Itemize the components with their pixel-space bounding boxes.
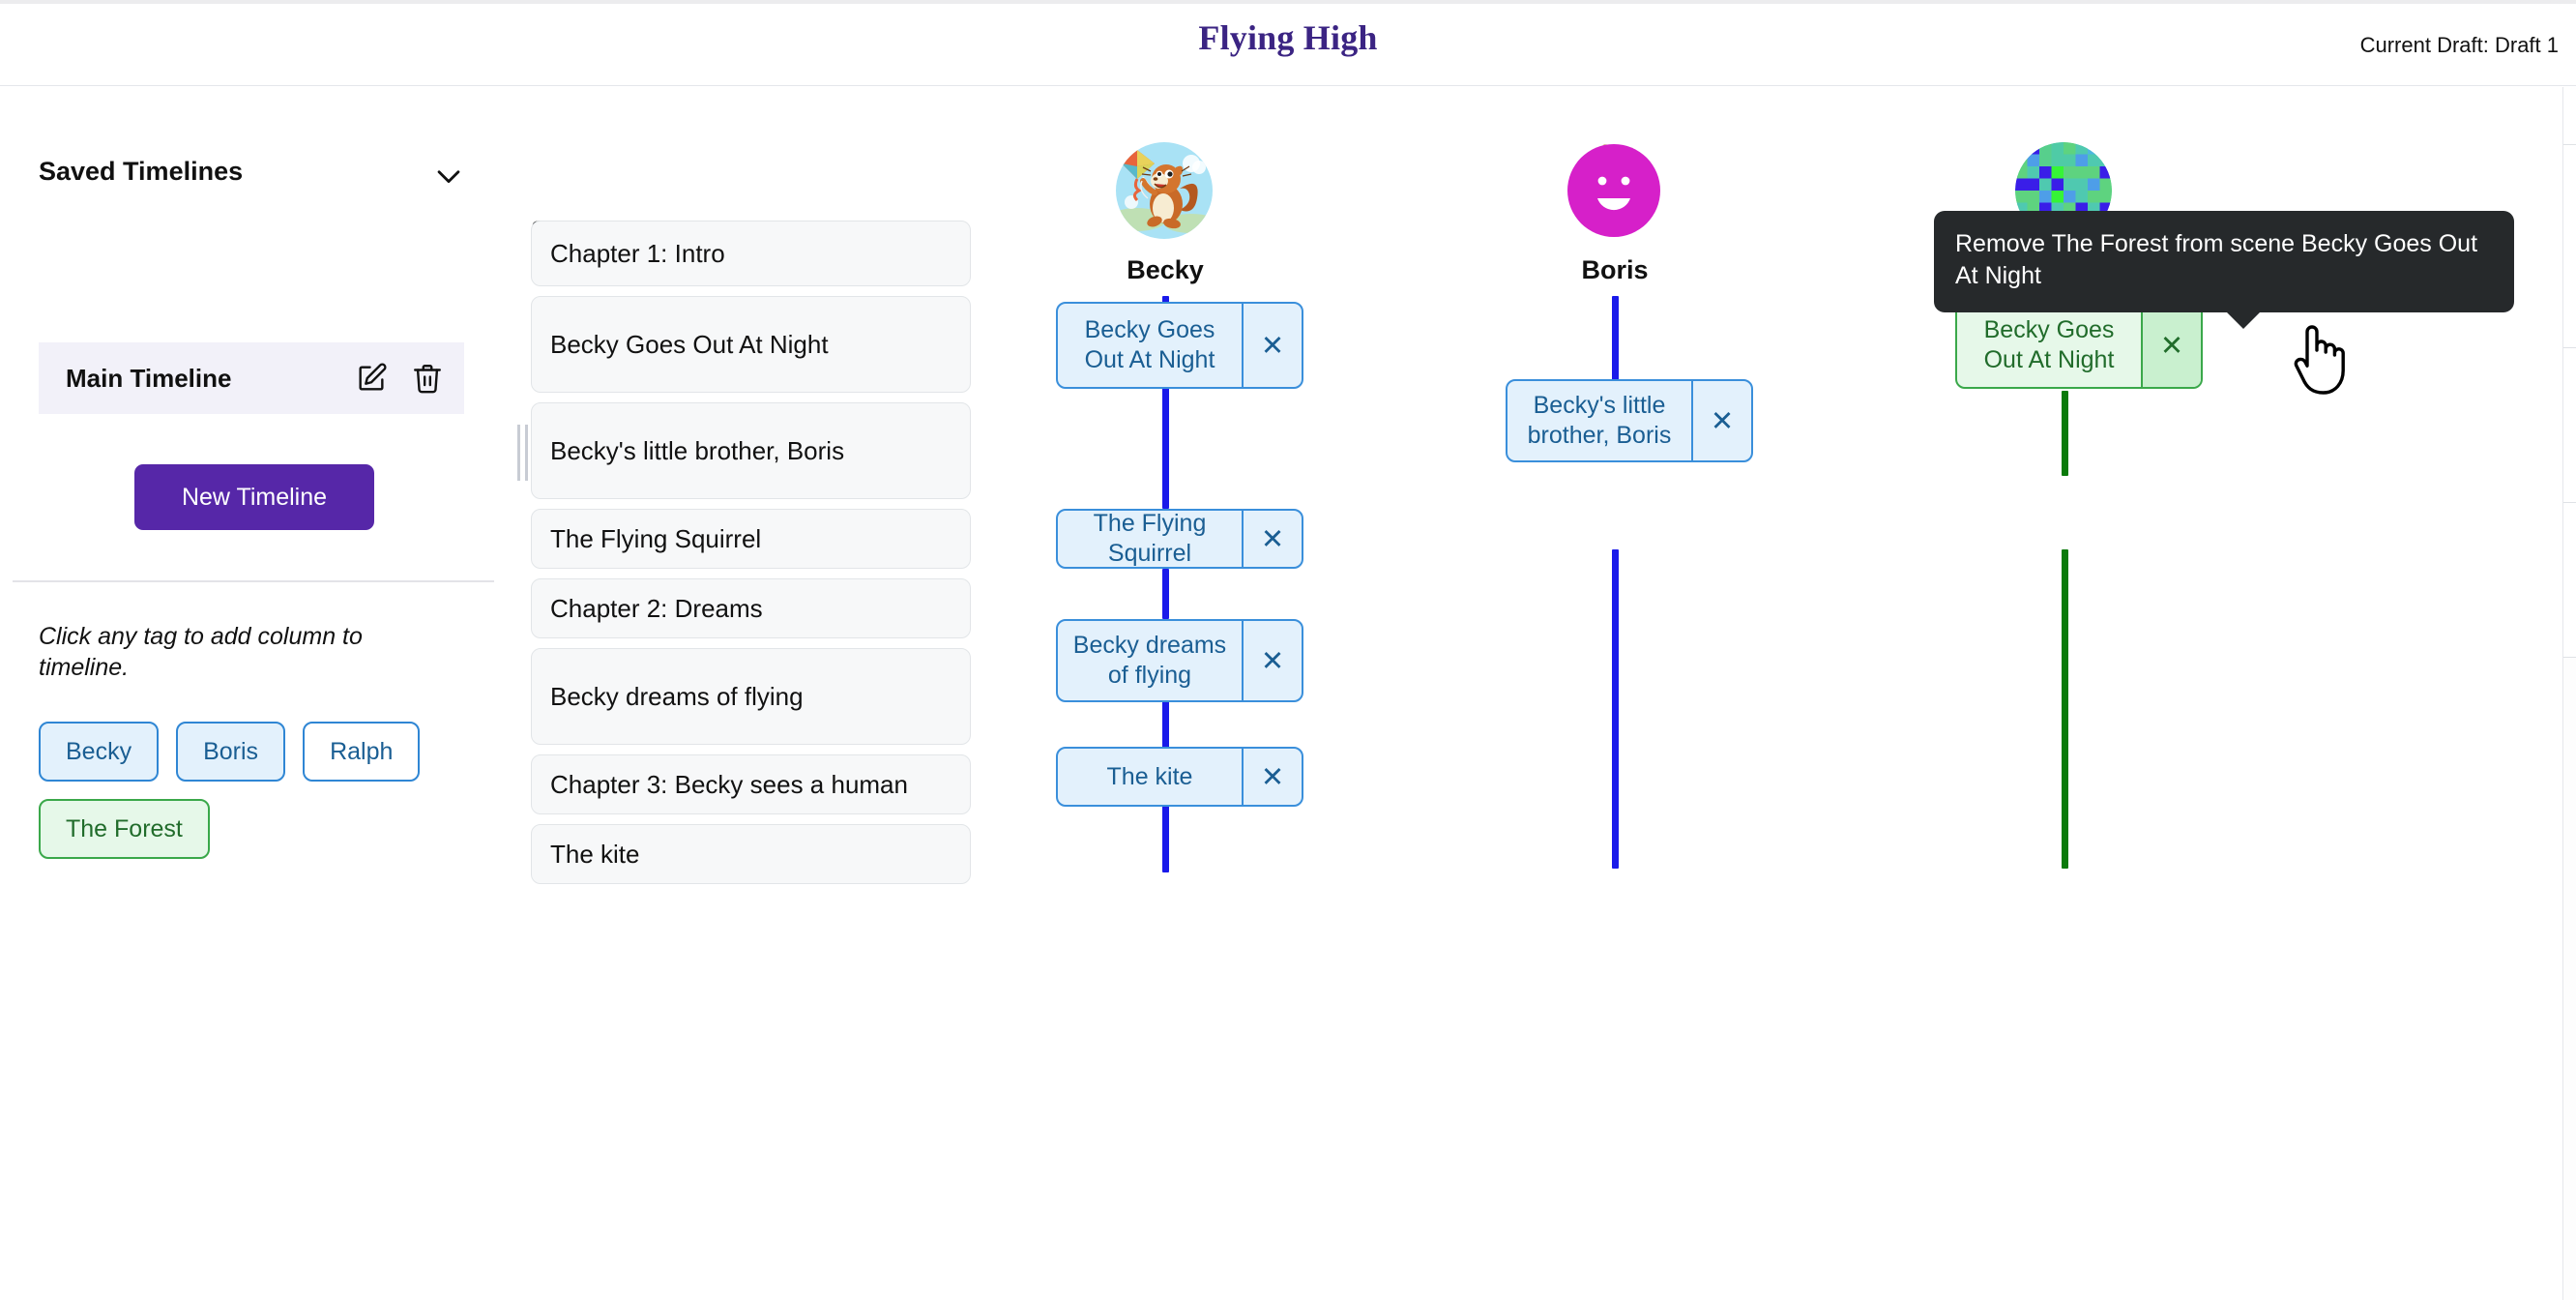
saved-timelines-heading: Saved Timelines bbox=[39, 157, 244, 186]
app-header: Flying High Current Draft: Draft 1 bbox=[0, 0, 2576, 86]
tag-list: Becky Boris Ralph The Forest bbox=[39, 722, 454, 859]
close-icon[interactable]: ✕ bbox=[1242, 511, 1302, 567]
timeline-card-label: Becky Goes Out At Night bbox=[1983, 316, 2115, 373]
character-name-becky: Becky bbox=[1127, 255, 1204, 284]
scene-cell[interactable]: Chapter 1: Intro bbox=[531, 221, 971, 286]
tag-the-forest[interactable]: The Forest bbox=[39, 799, 210, 859]
squirrel-with-kite-avatar bbox=[1116, 142, 1213, 239]
scene-cell[interactable]: The kite bbox=[531, 824, 971, 884]
scene-drag-handle[interactable] bbox=[515, 424, 529, 482]
timeline-card-label: The kite bbox=[1106, 762, 1193, 790]
scene-cell[interactable]: The Flying Squirrel bbox=[531, 509, 971, 569]
timeline-line-becky bbox=[1162, 383, 1169, 509]
scene-cell[interactable]: Becky Goes Out At Night bbox=[531, 296, 971, 393]
pointer-hand-cursor bbox=[2288, 321, 2350, 399]
timeline-card-label: Becky Goes Out At Night bbox=[1084, 316, 1215, 373]
timeline-line-becky bbox=[1162, 805, 1169, 872]
timeline-line-becky bbox=[1162, 700, 1169, 753]
tooltip-arrow bbox=[2226, 310, 2261, 329]
timeline-card-label: The Flying Squirrel bbox=[1093, 510, 1207, 567]
timeline-card[interactable]: Becky's little brother, Boris ✕ bbox=[1506, 379, 1753, 462]
sidebar-divider bbox=[13, 580, 494, 582]
trash-icon[interactable] bbox=[408, 359, 447, 398]
scene-cell[interactable]: Becky's little brother, Boris bbox=[531, 402, 971, 499]
current-draft-label: Current Draft: Draft 1 bbox=[2359, 33, 2559, 57]
chevron-down-icon[interactable] bbox=[432, 160, 465, 192]
tag-boris[interactable]: Boris bbox=[176, 722, 286, 782]
timeline-card-label: Becky's little brother, Boris bbox=[1527, 392, 1672, 449]
close-icon[interactable]: ✕ bbox=[1691, 381, 1751, 460]
close-icon[interactable]: ✕ bbox=[2141, 304, 2201, 387]
timeline-card[interactable]: Becky dreams of flying ✕ bbox=[1056, 619, 1303, 702]
timeline-grid: Scene Chapter 1: Intro Becky Goes Out At… bbox=[503, 87, 2576, 1300]
tooltip-text: Remove The Forest from scene Becky Goes … bbox=[1955, 230, 2478, 290]
sidebar: Saved Timelines Main Timeline New Timeli… bbox=[0, 87, 503, 1300]
close-icon[interactable]: ✕ bbox=[1242, 304, 1302, 387]
tag-becky[interactable]: Becky bbox=[39, 722, 160, 782]
timeline-card-label: Becky dreams of flying bbox=[1072, 632, 1227, 689]
tag-ralph[interactable]: Ralph bbox=[303, 722, 421, 782]
close-icon[interactable]: ✕ bbox=[1242, 621, 1302, 700]
sidebar-item-main-timeline[interactable]: Main Timeline bbox=[39, 342, 464, 414]
timeline-card[interactable]: The Flying Squirrel ✕ bbox=[1056, 509, 1303, 569]
timeline-line-the-forest bbox=[2062, 391, 2068, 476]
character-name-boris: Boris bbox=[1581, 255, 1649, 284]
timeline-line-the-forest bbox=[2062, 549, 2068, 869]
timeline-card[interactable]: The kite ✕ bbox=[1056, 747, 1303, 807]
tag-hint-text: Click any tag to add column to timeline. bbox=[39, 623, 363, 681]
remove-tag-tooltip: Remove The Forest from scene Becky Goes … bbox=[1934, 211, 2514, 329]
timeline-name: Main Timeline bbox=[66, 363, 232, 393]
right-panel-edge bbox=[2562, 87, 2576, 1300]
new-timeline-button[interactable]: New Timeline bbox=[134, 464, 374, 530]
close-icon[interactable]: ✕ bbox=[1242, 749, 1302, 805]
page-title: Flying High bbox=[1198, 18, 1378, 57]
scene-cell[interactable]: Chapter 3: Becky sees a human bbox=[531, 754, 971, 814]
scene-cell[interactable]: Becky dreams of flying bbox=[531, 648, 971, 745]
scene-cell[interactable]: Chapter 2: Dreams bbox=[531, 578, 971, 638]
timeline-line-boris bbox=[1612, 549, 1619, 869]
timeline-card[interactable]: Becky Goes Out At Night ✕ bbox=[1056, 302, 1303, 389]
magenta-smiley-avatar bbox=[1566, 142, 1662, 239]
timeline-line-becky bbox=[1162, 569, 1169, 619]
timeline-card[interactable]: Becky Goes Out At Night ✕ bbox=[1955, 302, 2203, 389]
edit-pencil-icon[interactable] bbox=[352, 359, 391, 398]
